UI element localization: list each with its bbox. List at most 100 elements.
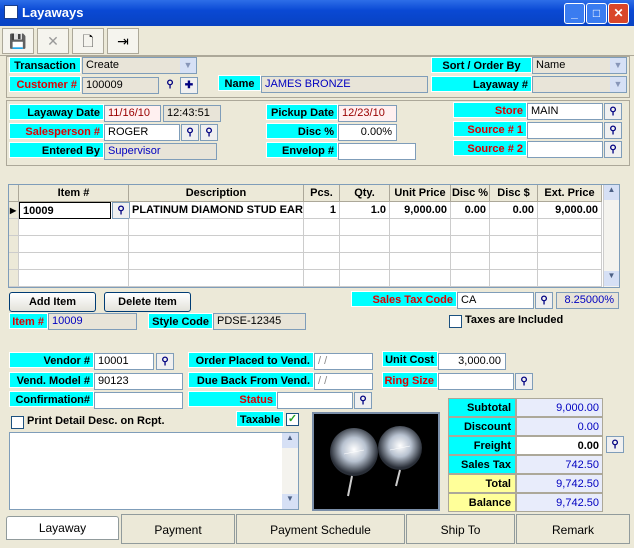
maximize-button[interactable]: □	[586, 3, 607, 24]
empty-cell[interactable]	[304, 270, 340, 287]
source2-field[interactable]	[527, 141, 603, 158]
layaway-date-field[interactable]: 11/16/10	[104, 105, 161, 122]
empty-cell[interactable]	[129, 270, 304, 287]
empty-cell[interactable]	[304, 219, 340, 236]
ring-size-field[interactable]	[438, 373, 514, 390]
pcs-cell[interactable]: 1	[304, 202, 340, 219]
salesperson-field[interactable]: ROGER	[104, 124, 180, 141]
sort-select[interactable]: Name ▼	[532, 57, 627, 74]
empty-cell[interactable]	[9, 253, 19, 270]
sales-tax-code-field[interactable]: CA	[457, 292, 534, 309]
empty-cell[interactable]	[129, 253, 304, 270]
tab-remark[interactable]: Remark	[516, 514, 630, 544]
column-header[interactable]: Qty.	[340, 185, 390, 202]
binoculars-icon[interactable]: ⚲	[354, 392, 372, 409]
column-header[interactable]: Ext. Price	[538, 185, 602, 202]
status-field[interactable]	[277, 392, 353, 409]
empty-cell[interactable]	[304, 253, 340, 270]
column-header[interactable]: Disc %	[451, 185, 490, 202]
binoculars-icon[interactable]: ⚲	[161, 77, 179, 94]
column-header[interactable]: Pcs.	[304, 185, 340, 202]
empty-cell[interactable]	[451, 270, 490, 287]
scroll-down-icon[interactable]: ▼	[282, 494, 298, 509]
description-cell[interactable]: PLATINUM DIAMOND STUD EARR	[129, 202, 304, 219]
confirmation-field[interactable]	[94, 392, 183, 409]
grid-scrollbar[interactable]: ▲ ▼	[603, 185, 619, 287]
empty-cell[interactable]	[304, 236, 340, 253]
empty-cell[interactable]	[340, 270, 390, 287]
empty-cell[interactable]	[19, 270, 129, 287]
empty-cell[interactable]	[340, 219, 390, 236]
summary-value[interactable]: 0.00	[516, 436, 603, 455]
scroll-up-icon[interactable]: ▲	[282, 433, 298, 448]
binoculars-icon[interactable]: ⚲	[606, 436, 624, 453]
order-placed-field[interactable]: / /	[314, 353, 373, 370]
tab-layaway[interactable]: Layaway	[6, 516, 119, 540]
empty-table-row[interactable]	[9, 219, 607, 236]
empty-cell[interactable]	[451, 219, 490, 236]
due-back-field[interactable]: / /	[314, 373, 373, 390]
empty-cell[interactable]	[129, 236, 304, 253]
empty-cell[interactable]	[490, 236, 538, 253]
taxes-included-checkbox[interactable]	[449, 315, 462, 328]
new-document-icon[interactable]: 🗋	[72, 28, 104, 54]
binoculars-icon[interactable]: ⚲	[181, 124, 199, 141]
close-button[interactable]: ✕	[608, 3, 629, 24]
empty-cell[interactable]	[390, 236, 451, 253]
minimize-button[interactable]: _	[564, 3, 585, 24]
vendor-field[interactable]: 10001	[94, 353, 154, 370]
empty-cell[interactable]	[340, 253, 390, 270]
empty-cell[interactable]	[538, 236, 602, 253]
empty-cell[interactable]	[451, 253, 490, 270]
disc-amount-cell[interactable]: 0.00	[490, 202, 538, 219]
empty-cell[interactable]	[390, 219, 451, 236]
empty-cell[interactable]	[9, 219, 19, 236]
print-detail-checkbox[interactable]	[11, 416, 24, 429]
vend-model-field[interactable]: 90123	[94, 373, 183, 390]
binoculars-icon[interactable]: ⚲	[604, 141, 622, 158]
binoculars-icon[interactable]: ⚲	[604, 122, 622, 139]
unit-cost-field[interactable]: 3,000.00	[438, 353, 506, 370]
notes-textarea[interactable]: ▲ ▼	[9, 432, 299, 510]
binoculars-icon[interactable]: ⚲	[604, 103, 622, 120]
empty-cell[interactable]	[19, 219, 129, 236]
tab-payment[interactable]: Payment	[121, 514, 235, 544]
column-header[interactable]: Item #	[19, 185, 129, 202]
add-customer-icon[interactable]: ✚	[180, 77, 198, 94]
empty-cell[interactable]	[451, 236, 490, 253]
empty-cell[interactable]	[19, 236, 129, 253]
empty-table-row[interactable]	[9, 270, 607, 287]
binoculars-icon[interactable]: ⚲	[112, 202, 130, 219]
unit-price-cell[interactable]: 9,000.00	[390, 202, 451, 219]
empty-cell[interactable]	[390, 253, 451, 270]
column-header[interactable]: Unit Price	[390, 185, 451, 202]
empty-cell[interactable]	[129, 219, 304, 236]
ext-price-cell[interactable]: 9,000.00	[538, 202, 602, 219]
save-icon[interactable]: 💾	[2, 28, 34, 54]
empty-cell[interactable]	[538, 253, 602, 270]
empty-cell[interactable]	[538, 219, 602, 236]
empty-cell[interactable]	[538, 270, 602, 287]
empty-cell[interactable]	[490, 219, 538, 236]
scroll-up-icon[interactable]: ▲	[604, 185, 619, 200]
qty-cell[interactable]: 1.0	[340, 202, 390, 219]
binoculars-icon[interactable]: ⚲	[535, 292, 553, 309]
empty-cell[interactable]	[9, 270, 19, 287]
delete-icon[interactable]: ✕	[37, 28, 69, 54]
layaway-number-select[interactable]: ▼	[532, 76, 627, 93]
disc-percent-cell[interactable]: 0.00	[451, 202, 490, 219]
binoculars-icon[interactable]: ⚲	[156, 353, 174, 370]
envelop-field[interactable]	[338, 143, 416, 160]
taxable-checkbox[interactable]: ✓	[286, 413, 299, 426]
disc-field[interactable]: 0.00%	[338, 124, 397, 141]
empty-cell[interactable]	[490, 253, 538, 270]
empty-cell[interactable]	[340, 236, 390, 253]
store-field[interactable]: MAIN	[527, 103, 603, 120]
empty-table-row[interactable]	[9, 253, 607, 270]
tab-ship-to[interactable]: Ship To	[406, 514, 515, 544]
empty-cell[interactable]	[19, 253, 129, 270]
empty-cell[interactable]	[9, 236, 19, 253]
empty-cell[interactable]	[390, 270, 451, 287]
binoculars-icon[interactable]: ⚲	[515, 373, 533, 390]
empty-table-row[interactable]	[9, 236, 607, 253]
